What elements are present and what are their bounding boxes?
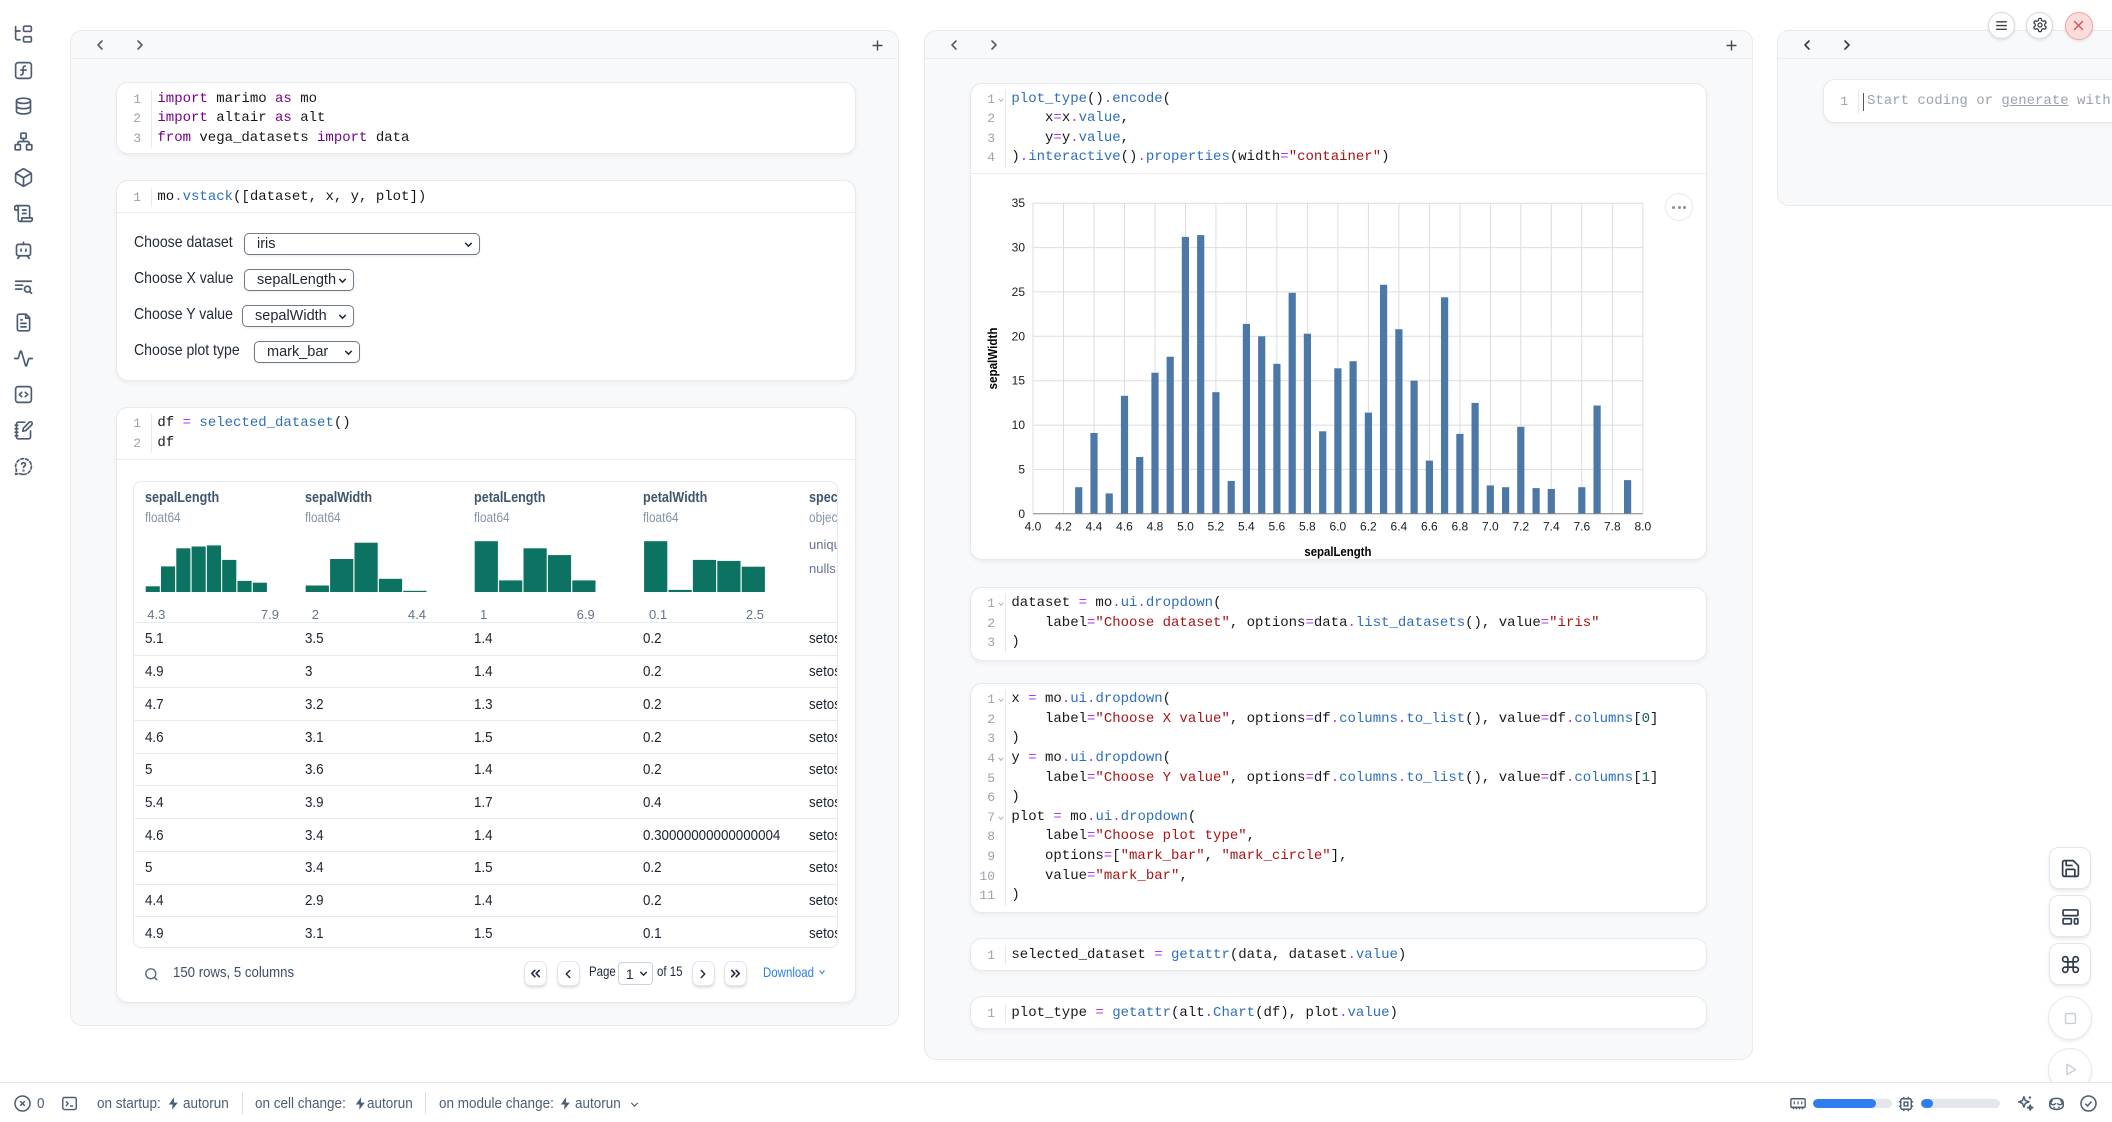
svg-text:4.8: 4.8 [1147, 519, 1164, 533]
svg-text:7.6: 7.6 [1573, 519, 1590, 533]
svg-text:4.6: 4.6 [1116, 519, 1133, 533]
svg-text:35: 35 [1012, 196, 1026, 210]
svg-text:sepalLength: sepalLength [1304, 545, 1371, 559]
svg-text:6.8: 6.8 [1452, 519, 1469, 533]
svg-text:10: 10 [1012, 418, 1026, 432]
svg-text:5.6: 5.6 [1269, 519, 1286, 533]
svg-text:7.0: 7.0 [1482, 519, 1499, 533]
svg-text:6.4: 6.4 [1391, 519, 1408, 533]
svg-text:4.2: 4.2 [1055, 519, 1072, 533]
svg-text:4.0: 4.0 [1025, 519, 1042, 533]
svg-text:8.0: 8.0 [1634, 519, 1651, 533]
svg-text:5.0: 5.0 [1177, 519, 1194, 533]
svg-text:15: 15 [1012, 374, 1026, 388]
svg-text:5: 5 [1018, 462, 1025, 476]
svg-text:4.4: 4.4 [1086, 519, 1103, 533]
svg-text:30: 30 [1012, 241, 1026, 255]
svg-text:5.2: 5.2 [1208, 519, 1225, 533]
svg-text:20: 20 [1012, 329, 1026, 343]
svg-text:6.0: 6.0 [1330, 519, 1347, 533]
svg-text:25: 25 [1012, 285, 1026, 299]
svg-text:7.4: 7.4 [1543, 519, 1560, 533]
svg-text:6.6: 6.6 [1421, 519, 1438, 533]
svg-text:5.8: 5.8 [1299, 519, 1316, 533]
svg-text:7.8: 7.8 [1604, 519, 1621, 533]
svg-text:7.2: 7.2 [1512, 519, 1529, 533]
svg-text:sepalWidth: sepalWidth [986, 328, 1000, 390]
svg-text:6.2: 6.2 [1360, 519, 1377, 533]
svg-text:5.4: 5.4 [1238, 519, 1255, 533]
